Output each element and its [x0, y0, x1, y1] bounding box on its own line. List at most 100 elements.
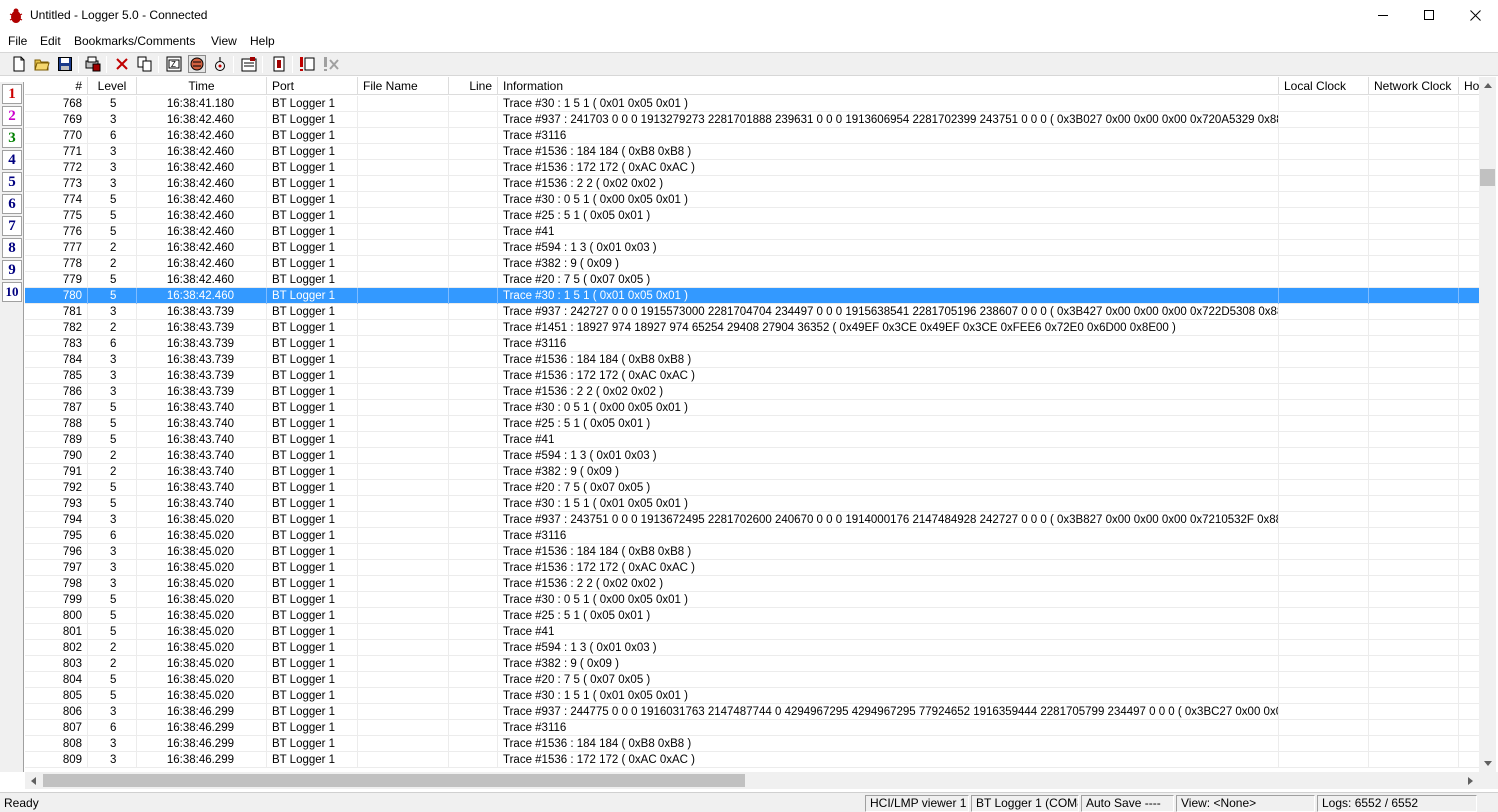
table-row[interactable]: 780 5 16:38:42.460 BT Logger 1 Trace #30 : 1…	[25, 288, 1479, 304]
horizontal-scroll-thumb[interactable]	[43, 774, 745, 787]
table-row[interactable]: 799 5 16:38:45.020 BT Logger 1 Trace #30 : 0…	[25, 592, 1479, 608]
bookmark-10[interactable]: 10	[2, 282, 22, 302]
table-row[interactable]: 781 3 16:38:43.739 BT Logger 1 Trace #937 : …	[25, 304, 1479, 320]
table-row[interactable]: 793 5 16:38:43.740 BT Logger 1 Trace #30 : 1…	[25, 496, 1479, 512]
column-header-port[interactable]: Port	[267, 77, 358, 95]
column-header-file-name[interactable]: File Name	[358, 77, 449, 95]
copy-icon[interactable]	[136, 55, 154, 73]
record-icon[interactable]	[188, 55, 206, 73]
table-row[interactable]: 779 5 16:38:42.460 BT Logger 1 Trace #20 : 7…	[25, 272, 1479, 288]
table-row[interactable]: 787 5 16:38:43.740 BT Logger 1 Trace #30 : 0…	[25, 400, 1479, 416]
table-row[interactable]: 785 3 16:38:43.739 BT Logger 1 Trace #1536 :…	[25, 368, 1479, 384]
bookmark-8[interactable]: 8	[2, 238, 22, 258]
vertical-scrollbar[interactable]	[1479, 77, 1496, 772]
cell-number: 795	[25, 528, 88, 544]
column-header-number[interactable]: #	[25, 77, 88, 95]
horizontal-scrollbar[interactable]	[25, 772, 1479, 789]
table-row[interactable]: 796 3 16:38:45.020 BT Logger 1 Trace #1536 :…	[25, 544, 1479, 560]
menu-edit[interactable]: Edit	[40, 34, 61, 48]
close-button[interactable]	[1452, 0, 1498, 31]
bookmark-1[interactable]: 1	[2, 84, 22, 104]
scroll-left-icon[interactable]	[25, 772, 42, 789]
table-row[interactable]: 789 5 16:38:43.740 BT Logger 1 Trace #41	[25, 432, 1479, 448]
table-row[interactable]: 797 3 16:38:45.020 BT Logger 1 Trace #1536 :…	[25, 560, 1479, 576]
menu-view[interactable]: View	[211, 34, 237, 48]
save-icon[interactable]	[56, 55, 74, 73]
menu-bookmarks-comments[interactable]: Bookmarks/Comments	[74, 34, 195, 48]
filter-icon[interactable]	[211, 55, 229, 73]
cell-empty	[1279, 704, 1369, 720]
scroll-down-icon[interactable]	[1479, 755, 1496, 772]
bookmark-6[interactable]: 6	[2, 194, 22, 214]
clear-errors-icon[interactable]	[322, 55, 340, 73]
menu-file[interactable]: File	[8, 34, 27, 48]
scroll-right-icon[interactable]	[1462, 772, 1479, 789]
cell-number: 793	[25, 496, 88, 512]
table-row[interactable]: 788 5 16:38:43.740 BT Logger 1 Trace #25 : 5…	[25, 416, 1479, 432]
table-row[interactable]: 778 2 16:38:42.460 BT Logger 1 Trace #382 : …	[25, 256, 1479, 272]
table-row[interactable]: 790 2 16:38:43.740 BT Logger 1 Trace #594 : …	[25, 448, 1479, 464]
column-header-ho[interactable]: Ho	[1459, 77, 1479, 95]
table-row[interactable]: 805 5 16:38:45.020 BT Logger 1 Trace #30 : 1…	[25, 688, 1479, 704]
table-row[interactable]: 800 5 16:38:45.020 BT Logger 1 Trace #25 : 5…	[25, 608, 1479, 624]
table-row[interactable]: 774 5 16:38:42.460 BT Logger 1 Trace #30 : 0…	[25, 192, 1479, 208]
error-marker-icon[interactable]	[298, 55, 316, 73]
column-header-local-clock[interactable]: Local Clock	[1279, 77, 1369, 95]
table-row[interactable]: 772 3 16:38:42.460 BT Logger 1 Trace #1536 :…	[25, 160, 1479, 176]
menu-help[interactable]: Help	[250, 34, 275, 48]
table-row[interactable]: 775 5 16:38:42.460 BT Logger 1 Trace #25 : 5…	[25, 208, 1479, 224]
table-row[interactable]: 804 5 16:38:45.020 BT Logger 1 Trace #20 : 7…	[25, 672, 1479, 688]
log-options-icon[interactable]: Z	[165, 55, 183, 73]
column-header-network-clock[interactable]: Network Clock	[1369, 77, 1459, 95]
table-row[interactable]: 770 6 16:38:42.460 BT Logger 1 Trace #3116	[25, 128, 1479, 144]
table-row[interactable]: 807 6 16:38:46.299 BT Logger 1 Trace #3116	[25, 720, 1479, 736]
table-row[interactable]: 773 3 16:38:42.460 BT Logger 1 Trace #1536 :…	[25, 176, 1479, 192]
column-header-level[interactable]: Level	[88, 77, 137, 95]
table-row[interactable]: 771 3 16:38:42.460 BT Logger 1 Trace #1536 :…	[25, 144, 1479, 160]
delete-icon[interactable]	[113, 55, 131, 73]
cell-time: 16:38:43.740	[137, 448, 267, 464]
table-row[interactable]: 786 3 16:38:43.739 BT Logger 1 Trace #1536 :…	[25, 384, 1479, 400]
bookmark-3[interactable]: 3	[2, 128, 22, 148]
bookmark-7[interactable]: 7	[2, 216, 22, 236]
table-row[interactable]: 808 3 16:38:46.299 BT Logger 1 Trace #1536 :…	[25, 736, 1479, 752]
table-row[interactable]: 776 5 16:38:42.460 BT Logger 1 Trace #41	[25, 224, 1479, 240]
table-row[interactable]: 809 3 16:38:46.299 BT Logger 1 Trace #1536 :…	[25, 752, 1479, 768]
cell-information: Trace #594 : 1 3 ( 0x01 0x03 )	[498, 240, 1279, 256]
bookmark-9[interactable]: 9	[2, 260, 22, 280]
properties-icon[interactable]	[240, 55, 258, 73]
scroll-up-icon[interactable]	[1479, 77, 1496, 94]
table-row[interactable]: 769 3 16:38:42.460 BT Logger 1 Trace #937 : …	[25, 112, 1479, 128]
bookmark-5[interactable]: 5	[2, 172, 22, 192]
bookmark-2[interactable]: 2	[2, 106, 22, 126]
column-header-time[interactable]: Time	[137, 77, 267, 95]
pause-icon[interactable]	[270, 55, 288, 73]
table-row[interactable]: 768 5 16:38:41.180 BT Logger 1 Trace #30 : 1…	[25, 96, 1479, 112]
table-row[interactable]: 798 3 16:38:45.020 BT Logger 1 Trace #1536 :…	[25, 576, 1479, 592]
open-folder-icon[interactable]	[33, 55, 51, 73]
table-row[interactable]: 782 2 16:38:43.739 BT Logger 1 Trace #1451 :…	[25, 320, 1479, 336]
cell-file-name	[358, 512, 449, 528]
table-row[interactable]: 784 3 16:38:43.739 BT Logger 1 Trace #1536 :…	[25, 352, 1479, 368]
table-row[interactable]: 777 2 16:38:42.460 BT Logger 1 Trace #594 : …	[25, 240, 1479, 256]
table-row[interactable]: 792 5 16:38:43.740 BT Logger 1 Trace #20 : 7…	[25, 480, 1479, 496]
new-file-icon[interactable]	[10, 55, 28, 73]
cell-information: Trace #1536 : 184 184 ( 0xB8 0xB8 )	[498, 352, 1279, 368]
table-row[interactable]: 802 2 16:38:45.020 BT Logger 1 Trace #594 : …	[25, 640, 1479, 656]
table-row[interactable]: 794 3 16:38:45.020 BT Logger 1 Trace #937 : …	[25, 512, 1479, 528]
table-row[interactable]: 803 2 16:38:45.020 BT Logger 1 Trace #382 : …	[25, 656, 1479, 672]
table-row[interactable]: 795 6 16:38:45.020 BT Logger 1 Trace #3116	[25, 528, 1479, 544]
column-header-information[interactable]: Information	[498, 77, 1279, 95]
bookmark-4[interactable]: 4	[2, 150, 22, 170]
maximize-button[interactable]	[1406, 0, 1452, 31]
cell-level: 2	[88, 448, 137, 464]
minimize-button[interactable]	[1360, 0, 1406, 31]
vertical-scroll-thumb[interactable]	[1480, 169, 1495, 186]
table-row[interactable]: 783 6 16:38:43.739 BT Logger 1 Trace #3116	[25, 336, 1479, 352]
table-row[interactable]: 806 3 16:38:46.299 BT Logger 1 Trace #937 : …	[25, 704, 1479, 720]
title-bar: Untitled - Logger 5.0 - Connected	[0, 0, 1498, 32]
print-setup-icon[interactable]	[84, 55, 102, 73]
table-row[interactable]: 801 5 16:38:45.020 BT Logger 1 Trace #41	[25, 624, 1479, 640]
column-header-line[interactable]: Line	[449, 77, 498, 95]
table-row[interactable]: 791 2 16:38:43.740 BT Logger 1 Trace #382 : …	[25, 464, 1479, 480]
